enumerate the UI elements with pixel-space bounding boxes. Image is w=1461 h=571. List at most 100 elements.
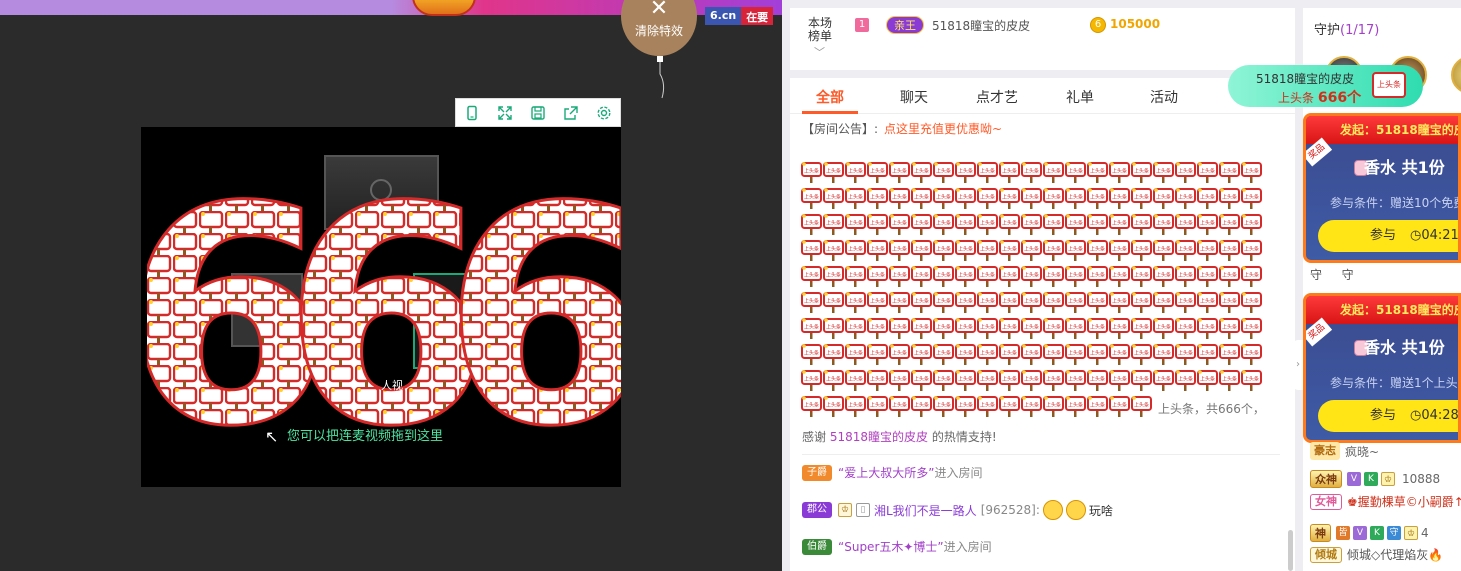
chat-scrollbar[interactable] [1288,530,1293,571]
gift-sign-icon: 上头条 [889,240,910,261]
gift-sign-icon: 上头条 [1131,240,1152,261]
svg-text:上头条: 上头条 [1178,376,1193,383]
tab-activity[interactable]: 活动 [1150,87,1178,107]
fullscreen-icon[interactable] [494,102,516,124]
gift-sign-icon: 上头条 [1219,266,1240,287]
rank-badge: 伯爵 [802,538,832,555]
svg-text:上头条: 上头条 [936,350,951,357]
rank-label[interactable]: 本场榜单 [808,17,838,43]
gift-sign-icon: 上头条 [1087,344,1108,365]
gift-sign-icon: 上头条 [823,396,844,417]
message-user[interactable]: “爱上大叔大所多” [838,464,934,481]
video-frame[interactable]: 6 6 6 ↖ 人视 您可以把连麦视频拖到这里 [141,127,621,487]
svg-text:上头条: 上头条 [1134,324,1149,331]
svg-text:上头条: 上头条 [1002,168,1017,175]
svg-text:上头条: 上头条 [1222,220,1237,227]
svg-text:上头条: 上头条 [1090,324,1105,331]
svg-text:上头条: 上头条 [892,376,907,383]
message-user[interactable]: “Super五木✦博士” [838,538,944,555]
list-item: 神 皆 V K 守 ♔ 4 [1310,524,1429,542]
join-lottery-button[interactable]: 参与 ◷04:21 [1318,220,1458,252]
clear-effects-button[interactable]: ✕ 清除特效 [621,0,697,56]
gift-sign-icon: 上头条 [823,370,844,391]
gift-sign-icon: 上头条 [1175,344,1196,365]
svg-text:上头条: 上头条 [1244,350,1259,357]
rank-badge: 子爵 [802,464,832,481]
svg-text:上头条: 上头条 [1002,272,1017,279]
svg-text:上头条: 上头条 [870,272,885,279]
gift-sign-icon: 上头条 [1131,396,1152,417]
svg-text:上头条: 上头条 [1002,402,1017,409]
gift-sign-icon: 上头条 [867,370,888,391]
user-name[interactable]: 倾城◇代理焰灰🔥 [1347,546,1443,563]
svg-text:上头条: 上头条 [1068,350,1083,357]
gift-sign-icon: 上头条 [801,162,822,183]
svg-text:上头条: 上头条 [1134,402,1149,409]
user-name[interactable]: ♚握勤棵草©小嗣爵↑ [1347,493,1461,510]
svg-text:上头条: 上头条 [804,324,819,331]
settings-icon[interactable] [593,102,615,124]
collapse-handle-chevron-icon[interactable]: › [1293,340,1303,390]
headline-sign-icon: 上头条 [1372,72,1406,98]
svg-text:上头条: 上头条 [1134,194,1149,201]
gift-sign-icon: 上头条 [955,370,976,391]
gift-sign-icon: 上头条 [1197,266,1218,287]
gift-sign-icon: 上头条 [1087,396,1108,417]
tab-all[interactable]: 全部 [816,87,844,107]
svg-text:上头条: 上头条 [892,298,907,305]
svg-text:上头条: 上头条 [1200,220,1215,227]
chevron-down-icon[interactable]: ﹀ [814,44,825,60]
gift-sign-icon: 上头条 [1043,188,1064,209]
gift-sign-icon: 上头条 [1065,214,1086,235]
site-badge-left: 6.cn [705,7,742,25]
gift-sign-icon: 上头条 [801,214,822,235]
save-icon[interactable] [527,102,549,124]
gift-sign-icon: 上头条 [1021,344,1042,365]
svg-text:上头条: 上头条 [804,350,819,357]
gift-sign-icon: 上头条 [1021,214,1042,235]
svg-text:上头条: 上头条 [914,220,929,227]
rank-title-badge: 亲王 [886,16,924,34]
svg-text:上头条: 上头条 [958,298,973,305]
svg-text:上头条: 上头条 [980,402,995,409]
tab-gift-list[interactable]: 礼单 [1066,87,1094,107]
svg-text:上头条: 上头条 [1222,376,1237,383]
svg-text:上头条: 上头条 [980,194,995,201]
gift-sign-icon: 上头条 [1175,162,1196,183]
svg-text:上头条: 上头条 [1024,272,1039,279]
svg-text:上头条: 上头条 [1090,272,1105,279]
gift-sign-icon: 上头条 [977,344,998,365]
gift-sign-icon: 上头条 [1131,344,1152,365]
thanks-user[interactable]: 51818瞳宝的皮皮 [830,430,928,444]
gift-sign-icon: 上头条 [845,292,866,313]
tab-talent[interactable]: 点才艺 [976,87,1018,107]
gift-sign-icon: 上头条 [801,396,822,417]
tab-chat[interactable]: 聊天 [900,87,928,107]
recharge-link[interactable]: 点这里充值更优惠呦~ [884,122,1002,136]
join-lottery-button[interactable]: 参与 ◷04:28 [1318,400,1458,432]
svg-text:上头条: 上头条 [1090,402,1105,409]
avatar[interactable] [1451,56,1461,94]
svg-text:上头条: 上头条 [936,168,951,175]
guard-title-text: 守护 [1314,23,1341,38]
phone-icon[interactable] [461,102,483,124]
svg-text:上头条: 上头条 [958,376,973,383]
share-icon[interactable] [560,102,582,124]
message-user[interactable]: 湘L我们不是一路人 [874,502,977,519]
gift-sign-icon: 上头条 [867,188,888,209]
svg-text:上头条: 上头条 [1134,298,1149,305]
rank-user[interactable]: 51818瞳宝的皮皮 [932,17,1030,34]
gift-sign-icon: 上头条 [933,214,954,235]
message-user-id: [962528]: [980,503,1040,517]
svg-text:上头条: 上头条 [1156,168,1171,175]
svg-text:上头条: 上头条 [1024,350,1039,357]
svg-text:上头条: 上头条 [1134,350,1149,357]
user-name[interactable]: 疯晓~ [1345,443,1379,460]
gift-sign-icon: 上头条 [911,396,932,417]
svg-text:上头条: 上头条 [848,246,863,253]
gift-sign-icon: 上头条 [1197,292,1218,313]
svg-text:上头条: 上头条 [1112,168,1127,175]
svg-text:上头条: 上头条 [1024,246,1039,253]
gift-sign-icon: 上头条 [1219,240,1240,261]
svg-text:上头条: 上头条 [826,350,841,357]
